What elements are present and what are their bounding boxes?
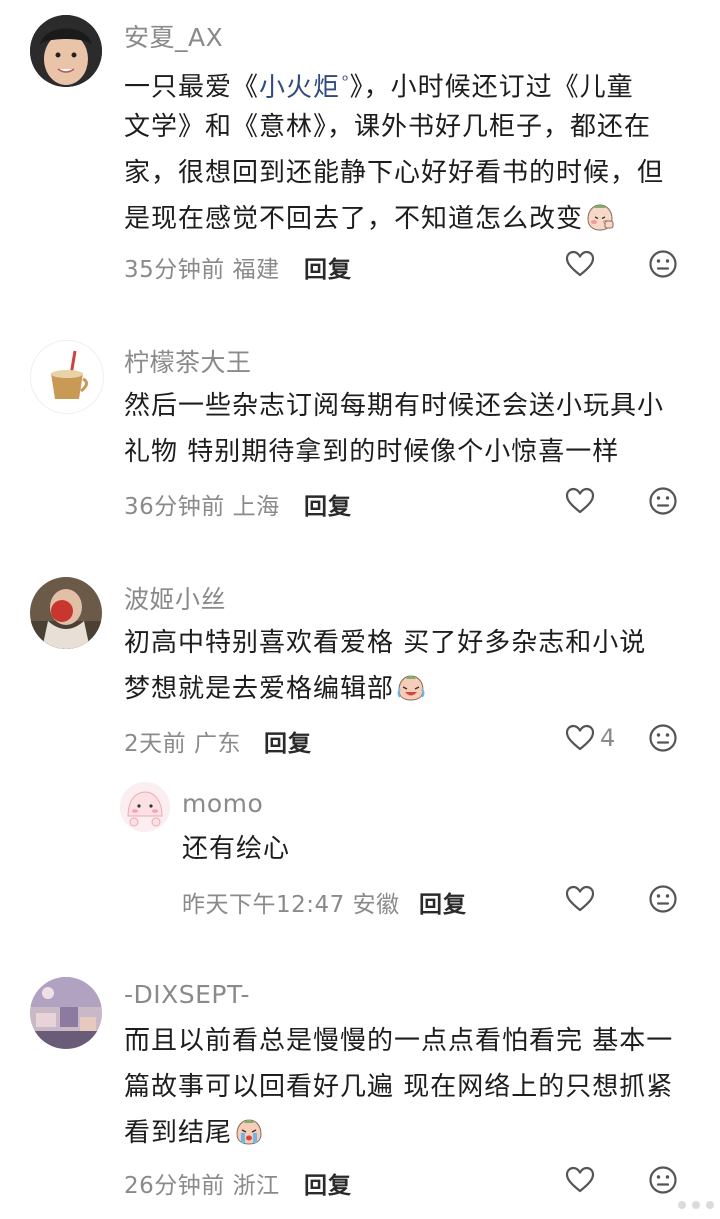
like-button[interactable] [564,485,596,517]
comment-meta: 昨天下午12:47 安徽 [182,892,400,918]
dot [706,1201,714,1209]
heart-outline-icon [564,248,596,280]
comment-text-line: 篇故事可以回看好几遍 现在网络上的只想抓紧 [124,1072,674,1102]
comment-meta: 26分钟前 浙江 [124,1173,280,1199]
comment-text-line: 还有绘心 [182,834,291,864]
like-button[interactable] [564,722,596,754]
username[interactable]: 安夏_AX [124,18,223,54]
comment-text-segment: 》，小时候还订过《儿童 [349,72,634,103]
like-button[interactable] [564,883,596,915]
comment-meta: 36分钟前 上海 [124,494,280,520]
book-search-link[interactable]: 小火炬 ᵒ [259,71,350,103]
comment-text: 一只最爱《小火炬 ᵒ》，小时候还订过《儿童 文学》和《意林》，课外书好几柜子，都还… [124,58,664,242]
neutral-face-icon [647,1164,679,1196]
comment-text: 而且以前看总是慢慢的一点点看怕看完 基本一 篇故事可以回看好几遍 现在网络上的只… [124,1018,673,1156]
username[interactable]: 波姬小丝 [124,580,226,616]
heart-outline-icon [564,485,596,517]
heart-outline-icon [564,883,596,915]
username[interactable]: -DIXSEPT- [124,980,250,1009]
search-icon: ᵒ [342,71,350,90]
avatar[interactable] [30,15,102,87]
dislike-button[interactable] [647,883,679,915]
comment-text-line: 是现在感觉不回去了，不知道怎么改变 [124,204,584,234]
book-search-link-label: 小火炬 [259,72,341,103]
comment-text-line: 然后一些杂志订阅每期有时候还会送小玩具小 [124,391,665,421]
comment-text-line: 而且以前看总是慢慢的一点点看怕看完 基本一 [124,1026,674,1056]
comment-text-segment: 一只最爱《 [124,72,260,103]
like-count: 4 [600,724,616,752]
neutral-face-icon [647,722,679,754]
username[interactable]: 柠檬茶大王 [124,343,252,379]
comment-meta: 2天前 广东 [124,731,241,757]
dot [692,1201,700,1209]
comment-text-line: 文学》和《意林》，课外书好几柜子，都还在 [124,112,652,142]
shy-face-emoji [587,204,614,231]
reply-button[interactable]: 回复 [419,885,467,919]
reply-button[interactable]: 回复 [304,1166,352,1200]
dislike-button[interactable] [647,1164,679,1196]
avatar[interactable] [30,977,102,1049]
comment-text-line: 梦想就是去爱格编辑部 [124,674,395,704]
dislike-button[interactable] [647,485,679,517]
reply-text: 还有绘心 [182,826,290,872]
comment-text-line: 初高中特别喜欢看爱格 买了好多杂志和小说 [124,628,647,658]
dislike-button[interactable] [647,722,679,754]
comment-text: 然后一些杂志订阅每期有时候还会送小玩具小 礼物 特别期待拿到的时候像个小惊喜一样 [124,383,664,475]
reply-button[interactable]: 回复 [304,250,352,284]
neutral-face-icon [647,248,679,280]
heart-outline-icon [564,1164,596,1196]
dot [678,1201,686,1209]
like-button[interactable] [564,1164,596,1196]
laugh-cry-emoji [397,675,425,701]
heart-outline-icon [564,722,596,754]
neutral-face-icon [647,485,679,517]
crying-face-emoji [236,1119,262,1145]
comment-text-line: 礼物 特别期待拿到的时候像个小惊喜一样 [124,437,620,467]
avatar[interactable] [30,340,104,414]
like-button[interactable] [564,248,596,280]
reply-button[interactable]: 回复 [264,724,312,758]
avatar[interactable] [120,782,170,832]
username[interactable]: momo [182,789,263,818]
comment-meta: 35分钟前 福建 [124,257,280,283]
avatar[interactable] [30,577,102,649]
reply-button[interactable]: 回复 [304,487,352,521]
comment-text: 初高中特别喜欢看爱格 买了好多杂志和小说 梦想就是去爱格编辑部 [124,620,646,712]
neutral-face-icon [647,883,679,915]
dislike-button[interactable] [647,248,679,280]
comment-text-line: 看到结尾 [124,1118,233,1148]
comment-text-line: 家，很想回到还能静下心好好看书的时候，但 [124,158,665,188]
watermark-dots [666,1195,714,1215]
